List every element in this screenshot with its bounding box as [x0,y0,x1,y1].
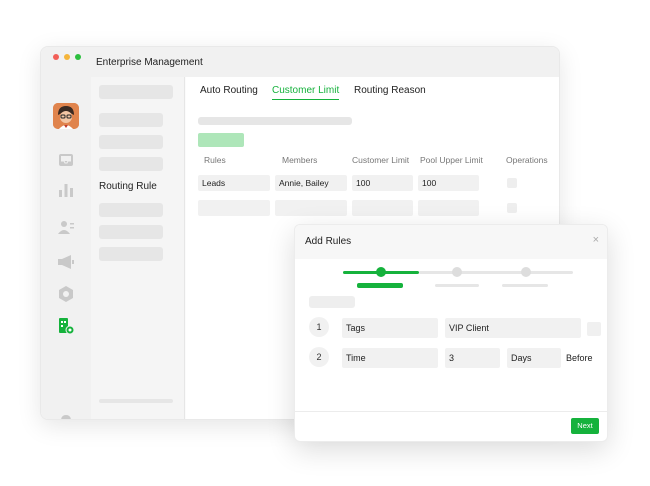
step-1-dot[interactable] [376,267,386,277]
list-placeholder [99,225,163,239]
column-header: Pool Upper Limit [420,155,483,165]
step-3-label [502,284,548,287]
list-placeholder [99,135,163,149]
step-2-label [435,284,479,287]
dialog-footer-divider [295,411,607,412]
tab-auto-routing[interactable]: Auto Routing [200,85,258,96]
section-title-placeholder [309,296,355,308]
empty-cell [352,200,413,216]
minimize-window-button[interactable] [64,54,70,60]
bar-chart-icon[interactable] [57,181,75,199]
rules-cell[interactable]: Leads [198,175,270,191]
window-title: Enterprise Management [96,57,203,68]
maximize-window-button[interactable] [75,54,81,60]
empty-cell [198,200,270,216]
next-button[interactable]: Next [571,418,599,434]
list-placeholder [99,203,163,217]
avatar[interactable] [53,103,79,129]
empty-cell [275,200,347,216]
customer-limit-cell[interactable]: 100 [352,175,413,191]
empty-cell [418,200,479,216]
step-2-dot[interactable] [452,267,462,277]
column-header: Operations [506,155,548,165]
members-cell[interactable]: Annie, Bailey [275,175,347,191]
step-track-line [419,271,573,274]
field-select[interactable]: Tags [342,318,438,338]
value-input[interactable]: VIP Client [445,318,581,338]
list-placeholder [99,157,163,171]
close-icon[interactable]: × [593,234,599,246]
add-rules-dialog: Add Rules × 1 Tags VIP Client 2 Time 3 D… [294,224,608,442]
rule-number: 1 [309,317,329,337]
column-header: Members [282,155,318,165]
delete-rule-button[interactable] [587,322,601,336]
field-select[interactable]: Time [342,348,438,368]
tab-customer-limit[interactable]: Customer Limit [272,85,340,100]
dialog-header: Add Rules × [295,225,607,259]
list-placeholder [99,113,163,127]
settings-icon[interactable] [57,285,75,303]
inbox-icon[interactable] [57,151,75,169]
close-window-button[interactable] [53,54,59,60]
column-header: Customer Limit [352,155,410,165]
routing-icon[interactable] [57,317,75,335]
list-placeholder [99,85,173,99]
rule-list-panel: Routing Rule [91,77,185,419]
row-checkbox[interactable] [507,203,517,213]
list-scroll-placeholder [99,399,173,403]
megaphone-icon[interactable] [57,253,75,271]
unit-select[interactable]: Days [507,348,561,368]
icon-sidebar [41,77,91,419]
step-1-label [357,283,403,288]
title-bar: Enterprise Management [41,47,559,77]
bell-icon[interactable] [57,413,75,419]
list-placeholder [99,247,163,261]
step-3-dot[interactable] [521,267,531,277]
rule-number: 2 [309,347,329,367]
dialog-title: Add Rules [305,236,352,247]
tab-routing-reason[interactable]: Routing Reason [354,85,426,96]
column-header: Rules [204,155,226,165]
toolbar-placeholder [198,117,352,125]
list-item-routing-rule[interactable]: Routing Rule [99,181,157,192]
value-input[interactable]: 3 [445,348,500,368]
row-checkbox[interactable] [507,178,517,188]
add-rule-button[interactable] [198,133,244,147]
suffix-label: Before [566,353,593,363]
pool-upper-limit-cell[interactable]: 100 [418,175,479,191]
contacts-icon[interactable] [57,218,75,236]
